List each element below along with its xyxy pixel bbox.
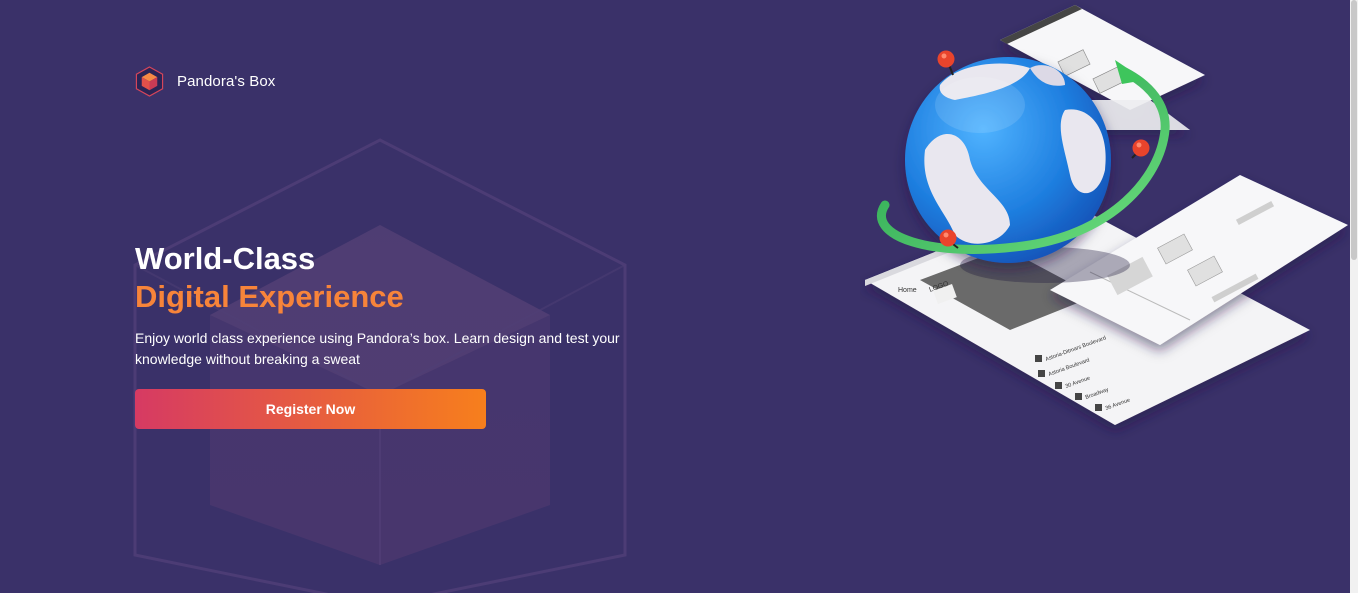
page-scrollbar[interactable]	[1350, 0, 1358, 593]
landing-page: Pandora's Box World-Class Digital Experi…	[0, 0, 1358, 593]
wireframe-home-tab: Home	[898, 287, 917, 294]
scrollbar-thumb[interactable]	[1351, 0, 1357, 260]
hero-title-line-2: Digital Experience	[135, 279, 404, 314]
brand[interactable]: Pandora's Box	[134, 66, 275, 97]
cube-logo-icon	[135, 66, 164, 97]
brand-name: Pandora's Box	[177, 73, 276, 90]
hero-title-line-1: World-Class	[135, 241, 316, 276]
register-now-button[interactable]: Register Now	[135, 389, 486, 429]
globe-illustration: LOGO Home Astoria-Ditmars Boulevard Asto…	[865, 5, 1348, 425]
hero-description: Enjoy world class experience using Pando…	[135, 330, 620, 367]
hero-section: World-Class Digital Experience Enjoy wor…	[135, 240, 655, 370]
